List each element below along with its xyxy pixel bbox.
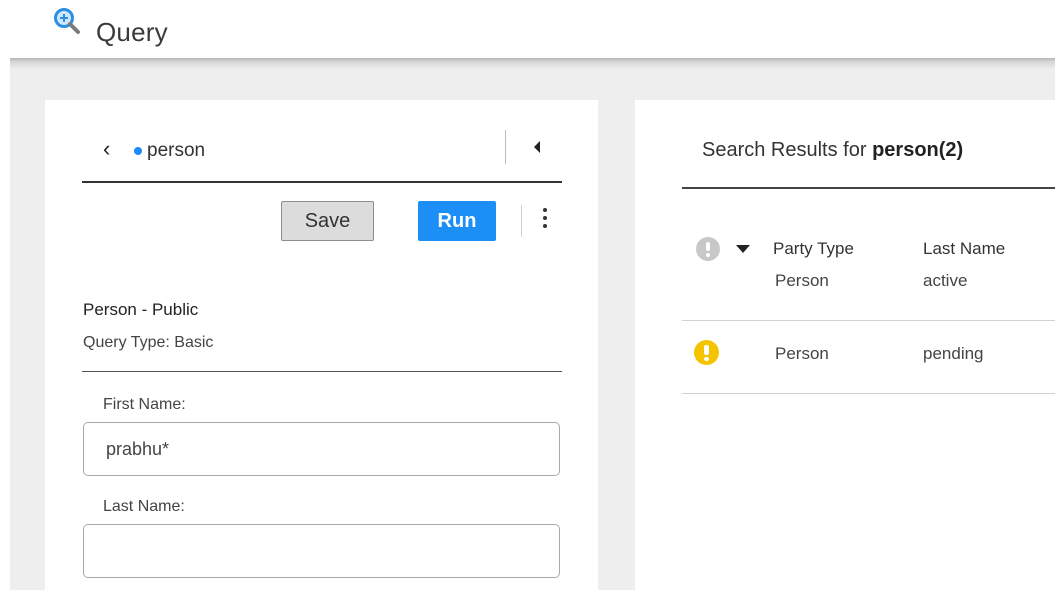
cell-last-name[interactable]: pending xyxy=(923,344,984,364)
unsaved-indicator-dot xyxy=(134,147,142,155)
divider xyxy=(82,181,562,183)
query-name: person xyxy=(147,140,206,161)
first-name-label: First Name: xyxy=(103,396,186,413)
header-shadow xyxy=(10,58,1055,68)
column-header-party-type[interactable]: Party Type xyxy=(773,239,854,259)
divider xyxy=(521,205,522,237)
run-button[interactable]: Run xyxy=(418,201,496,241)
more-options-icon[interactable] xyxy=(540,208,550,234)
cell-party-type[interactable]: Person xyxy=(775,344,829,364)
column-header-last-name[interactable]: Last Name xyxy=(923,239,1005,259)
page-title: Query xyxy=(96,17,168,47)
divider xyxy=(682,187,1055,189)
save-button[interactable]: Save xyxy=(281,201,374,241)
collapse-panel-icon[interactable] xyxy=(534,141,540,153)
cell-last-name[interactable]: active xyxy=(923,271,967,291)
caret-down-icon[interactable] xyxy=(736,245,750,253)
row-divider xyxy=(682,320,1055,321)
query-type-label: Query Type: Basic xyxy=(83,334,214,351)
divider xyxy=(505,130,506,164)
first-name-field[interactable]: prabhu* xyxy=(83,422,560,476)
warning-icon xyxy=(694,340,719,365)
query-magnifier-icon xyxy=(54,8,80,34)
cell-party-type[interactable]: Person xyxy=(775,271,829,291)
results-heading: Search Results for person(2) xyxy=(702,139,963,162)
row-divider xyxy=(682,393,1055,394)
app-header: Query xyxy=(0,0,1055,58)
query-title: Person - Public xyxy=(83,300,199,319)
last-name-label: Last Name: xyxy=(103,498,185,515)
warning-filter-icon[interactable] xyxy=(696,237,720,261)
divider xyxy=(82,371,562,372)
results-heading-term: person(2) xyxy=(872,139,964,161)
back-chevron-icon[interactable]: ‹ xyxy=(103,137,110,161)
last-name-field[interactable] xyxy=(83,524,560,578)
results-heading-prefix: Search Results for xyxy=(702,139,873,161)
